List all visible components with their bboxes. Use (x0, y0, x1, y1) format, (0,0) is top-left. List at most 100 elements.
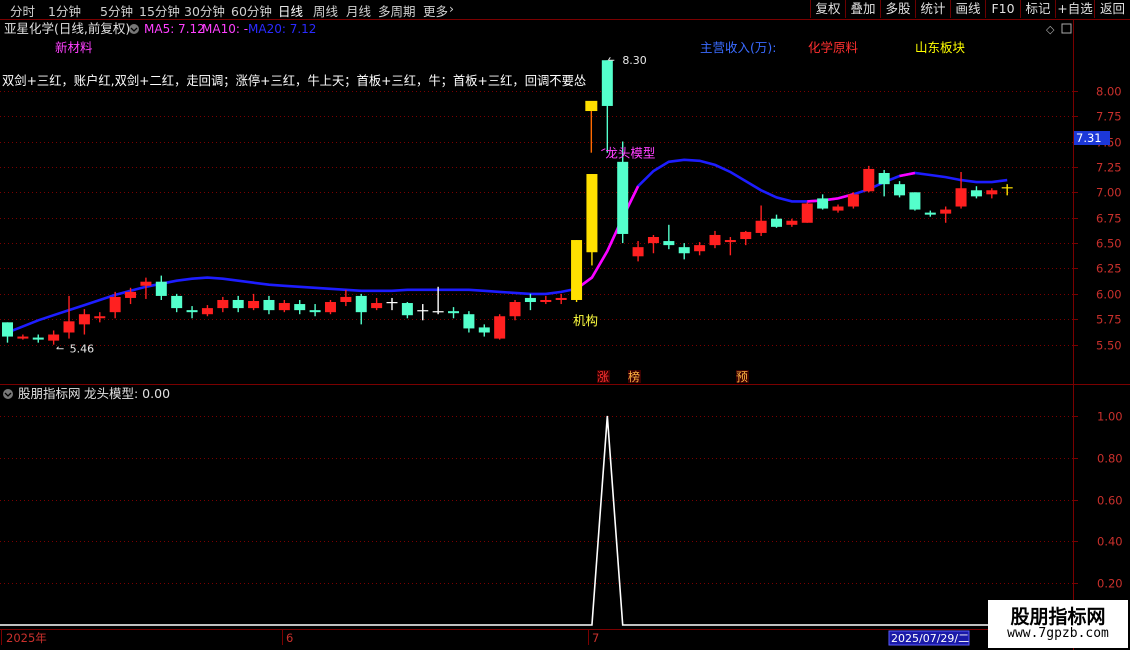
high-price-marker: 8.30 (622, 54, 647, 67)
diamond-icon[interactable]: ◇ (1046, 23, 1055, 36)
candle-body (109, 296, 121, 313)
watermark-title: 股朋指标网 (1010, 606, 1106, 628)
candle-body (647, 237, 659, 244)
price-tick-label: 5.75 (1096, 313, 1122, 327)
indicator-tick-label: 0.60 (1097, 494, 1123, 508)
candle-body (817, 198, 829, 209)
candle-body (709, 234, 721, 246)
maximize-icon[interactable] (1061, 23, 1072, 34)
price-tick-label: 6.25 (1096, 262, 1122, 276)
dragon-model-series (0, 415, 1073, 626)
candle-body (571, 240, 583, 300)
candle-body (448, 311, 460, 314)
indicator-tick-label: 0.20 (1097, 577, 1123, 591)
strategy-slogan: 双剑+三红，账户红,双剑+二红，走回调；涨停+三红，牛上天；首板+三红，牛；首板… (2, 73, 586, 88)
candle-body (140, 281, 152, 286)
candle-body (217, 299, 229, 309)
candle-body (248, 301, 260, 309)
candle-body (340, 296, 352, 303)
flag-badge: 预 (736, 370, 748, 384)
tag-main-revenue: 主营收入(万): (700, 40, 776, 55)
candle-body (970, 190, 982, 197)
settings-toggle-icon[interactable] (129, 24, 139, 34)
candle-body (63, 321, 75, 333)
low-price-marker: 5.46 (70, 343, 95, 356)
candle-body (171, 295, 183, 309)
candle-body (509, 302, 521, 317)
dragon-model-signal: 龙头模型 (605, 146, 655, 161)
ma20-highlight-segment (575, 185, 640, 290)
candle-body (494, 316, 506, 339)
candle-body (801, 203, 813, 223)
candle-body (786, 220, 798, 225)
candle-body (186, 310, 198, 313)
candle-body (740, 231, 752, 240)
candle-body (878, 173, 890, 185)
candle-body (832, 206, 844, 211)
candle-body (463, 314, 475, 329)
price-tick-label: 6.75 (1096, 212, 1122, 226)
candle-body (863, 168, 875, 192)
kline-chart[interactable]: 5.505.756.006.256.506.757.007.257.507.75… (0, 0, 1130, 650)
candle-body (955, 188, 967, 207)
date-label-jul: 7 (592, 631, 599, 645)
price-tick-label: 6.50 (1096, 237, 1122, 251)
ma20-label: MA20: 7.12 (248, 22, 316, 36)
candle-body (986, 190, 998, 195)
chart-annotations: 8.30 5.46 龙头模型机构涨 榜 预 (56, 54, 749, 384)
price-tick-label: 6.00 (1096, 288, 1122, 302)
ma20-highlight-segment (807, 193, 854, 203)
sub-settings-toggle-icon[interactable] (3, 389, 13, 399)
candle-body (524, 297, 536, 303)
price-tick-label: 8.00 (1096, 85, 1122, 99)
candle-body (617, 161, 629, 234)
candle-body (309, 310, 321, 313)
candle-body (78, 314, 90, 325)
price-tick-label: 5.50 (1096, 339, 1122, 353)
site-watermark: 股朋指标网 www.7gpzb.com (988, 600, 1128, 648)
flag-badge: 涨 (597, 369, 609, 384)
ma10-label: MA10: - (202, 22, 248, 36)
candle-body (155, 281, 167, 296)
candle-body (232, 299, 244, 309)
indicator-axis: 0.20 0.40 0.60 0.80 1.00 (1073, 410, 1123, 591)
ma5-label: MA5: 7.12 (144, 22, 205, 36)
candle-body (771, 218, 782, 227)
dragon-model-line (0, 415, 1073, 626)
candle-body (909, 192, 921, 210)
institution-label: 机构 (573, 313, 598, 328)
indicator-tick-label: 0.40 (1097, 535, 1123, 549)
main-grid (0, 91, 1073, 346)
date-label-jun: 6 (286, 631, 293, 645)
candle-body (125, 291, 137, 298)
candle-body (894, 184, 906, 196)
indicator-title: 股朋指标网 (18, 386, 81, 401)
candle-body (17, 336, 29, 339)
candle-body (48, 334, 60, 341)
current-price-tag: 7.31 (1076, 131, 1102, 145)
candle-body (2, 322, 13, 337)
candle-body (478, 327, 490, 333)
watermark-url: www.7gpzb.com (1007, 626, 1109, 641)
date-label-year: 2025年 (6, 631, 47, 645)
candle-body (847, 194, 859, 207)
price-tick-label: 7.75 (1096, 110, 1122, 124)
candle-body (294, 304, 306, 311)
candle-body (586, 174, 598, 253)
price-axis: 5.505.756.006.256.506.757.007.257.507.75… (1073, 85, 1122, 353)
price-tick-label: 7.25 (1096, 161, 1122, 175)
candle-body (1001, 187, 1013, 189)
candle-body (263, 299, 275, 311)
candle-body (694, 245, 706, 252)
candle-body (386, 302, 398, 304)
candle-body (924, 212, 936, 215)
candle-body (940, 209, 952, 214)
candle-body (724, 240, 736, 243)
tag-new-material: 新材料 (55, 40, 93, 55)
candle-body (278, 303, 290, 311)
candle-body (371, 303, 383, 309)
indicator-tick-label: 1.00 (1097, 410, 1123, 424)
low-marker-arrow (56, 346, 64, 350)
tag-shandong: 山东板块 (915, 40, 966, 55)
candle-body (32, 337, 44, 340)
